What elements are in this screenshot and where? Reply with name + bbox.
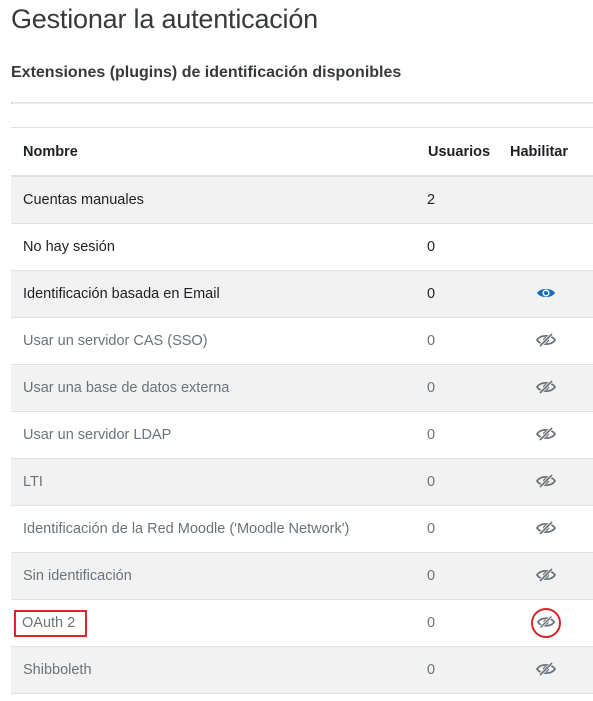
auth-plugins-table: Nombre Usuarios Habilitar Cuentas manual… [11, 127, 593, 694]
plugin-name: LTI [11, 458, 416, 506]
plugin-name: Identificación basada en Email [11, 270, 416, 318]
table-row: Usar un servidor CAS (SSO) 0 [11, 317, 593, 365]
plugin-name: Usar un servidor CAS (SSO) [11, 317, 416, 365]
eye-slash-icon[interactable] [535, 329, 557, 351]
plugin-users: 0 [416, 364, 498, 412]
enable-cell [498, 599, 593, 647]
plugin-users: 2 [416, 175, 498, 224]
plugin-name: Identificación de la Red Moodle ('Moodle… [11, 505, 416, 553]
table-row: Sin identificación 0 [11, 552, 593, 600]
header-enable: Habilitar [498, 127, 593, 177]
enable-cell [498, 552, 593, 600]
table-body: Cuentas manuales 2 No hay sesión 0 Ident… [11, 175, 593, 694]
enable-cell [498, 270, 593, 318]
plugin-users: 0 [416, 458, 498, 506]
eye-icon[interactable] [535, 282, 557, 304]
plugin-name: OAuth 2 [22, 614, 76, 631]
table-row: Usar una base de datos externa 0 [11, 364, 593, 412]
enable-cell [498, 223, 593, 271]
table-row: Identificación de la Red Moodle ('Moodle… [11, 505, 593, 553]
table-row: Usar un servidor LDAP 0 [11, 411, 593, 459]
enable-cell [498, 411, 593, 459]
plugin-users: 0 [416, 646, 498, 694]
table-header-row: Nombre Usuarios Habilitar [11, 127, 593, 177]
enable-cell [498, 505, 593, 553]
header-users: Usuarios [416, 127, 498, 177]
highlight-box: OAuth 2 [14, 609, 88, 637]
section-divider [11, 102, 593, 104]
plugin-users: 0 [416, 505, 498, 553]
enable-cell [498, 646, 593, 694]
enable-cell [498, 175, 593, 224]
enable-cell [498, 317, 593, 365]
plugin-name: No hay sesión [11, 223, 416, 271]
section-title: Extensiones (plugins) de identificación … [11, 64, 402, 81]
plugin-name: Cuentas manuales [11, 175, 416, 224]
table-row: No hay sesión 0 [11, 223, 593, 271]
table-row: LTI 0 [11, 458, 593, 506]
plugin-users: 0 [416, 599, 498, 647]
highlight-circle [530, 608, 561, 638]
eye-slash-icon[interactable] [535, 658, 557, 680]
plugin-users: 0 [416, 223, 498, 271]
plugin-users: 0 [416, 411, 498, 459]
table-row: Identificación basada en Email 0 [11, 270, 593, 318]
plugin-name: Shibboleth [11, 646, 416, 694]
plugin-name: Usar un servidor LDAP [11, 411, 416, 459]
plugin-name: Usar una base de datos externa [11, 364, 416, 412]
plugin-users: 0 [416, 317, 498, 365]
plugin-name-cell: OAuth 2 [11, 599, 416, 647]
eye-slash-icon[interactable] [535, 612, 557, 634]
enable-cell [498, 458, 593, 506]
plugin-users: 0 [416, 270, 498, 318]
table-row: OAuth 2 0 [11, 599, 593, 647]
eye-slash-icon[interactable] [535, 564, 557, 586]
enable-cell [498, 364, 593, 412]
table-row: Cuentas manuales 2 [11, 175, 593, 224]
header-name: Nombre [11, 127, 416, 177]
plugin-users: 0 [416, 552, 498, 600]
page-title: Gestionar la autenticación [11, 4, 318, 34]
eye-slash-icon[interactable] [535, 470, 557, 492]
eye-slash-icon[interactable] [535, 376, 557, 398]
eye-slash-icon[interactable] [535, 517, 557, 539]
plugin-name: Sin identificación [11, 552, 416, 600]
table-row: Shibboleth 0 [11, 646, 593, 694]
eye-slash-icon[interactable] [535, 423, 557, 445]
